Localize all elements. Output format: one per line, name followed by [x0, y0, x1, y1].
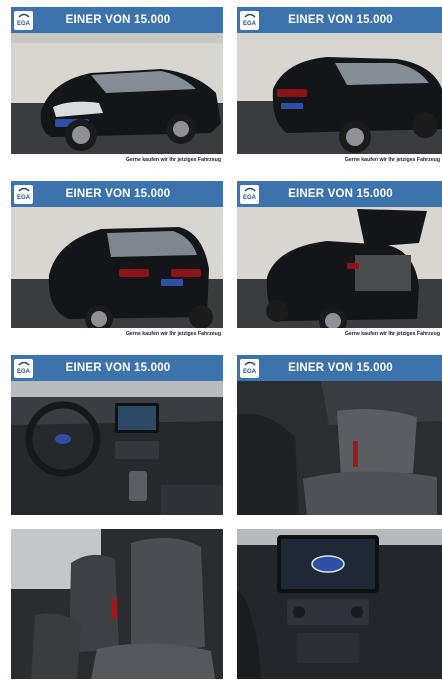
- banner-title: EINER VON 15.000: [65, 188, 171, 200]
- car-photo: [11, 381, 223, 515]
- promo-banner: EGA EINER VON 15.000: [11, 355, 223, 381]
- banner-title: EINER VON 15.000: [288, 362, 393, 374]
- gallery-image-5[interactable]: EGA EINER VON 15.000: [11, 355, 223, 515]
- car-photo: [11, 207, 223, 341]
- banner-title: EINER VON 15.000: [288, 188, 393, 200]
- banner-title: EINER VON 15.000: [65, 362, 171, 374]
- promo-banner: EGA EINER VON 15.000: [11, 181, 223, 207]
- footer-caption: Gerne kaufen wir Ihr jetziges Fahrzeug: [11, 154, 223, 167]
- promo-banner: EGA EINER VON 15.000: [237, 7, 442, 33]
- car-photo: [237, 33, 442, 167]
- promo-banner: EGA EINER VON 15.000: [237, 181, 442, 207]
- car-photo: [237, 381, 442, 515]
- banner-title: EINER VON 15.000: [65, 14, 171, 26]
- gallery-image-3[interactable]: EGA EINER VON 15.000 Gerne kaufen wir Ih…: [11, 181, 223, 341]
- car-photo: [237, 207, 442, 341]
- banner-title: EINER VON 15.000: [288, 14, 393, 26]
- gallery-image-8[interactable]: [237, 529, 442, 679]
- promo-banner: EGA EINER VON 15.000: [11, 7, 223, 33]
- gallery-image-4[interactable]: EGA EINER VON 15.000 Gerne kaufen wir Ih…: [237, 181, 442, 341]
- footer-caption: Gerne kaufen wir Ihr jetziges Fahrzeug: [237, 154, 442, 167]
- car-photo: [11, 33, 223, 167]
- car-photo: [11, 529, 223, 679]
- gallery-image-6[interactable]: EGA EINER VON 15.000: [237, 355, 442, 515]
- footer-caption: Gerne kaufen wir Ihr jetziges Fahrzeug: [237, 328, 442, 341]
- gallery-image-1[interactable]: EGA EINER VON 15.000 Gerne kaufen wir Ih…: [11, 7, 223, 167]
- gallery-image-7[interactable]: [11, 529, 223, 679]
- gallery-image-2[interactable]: EGA EINER VON 15.000 Gerne kaufen wir Ih…: [237, 7, 442, 167]
- footer-caption: Gerne kaufen wir Ihr jetziges Fahrzeug: [11, 328, 223, 341]
- promo-banner: EGA EINER VON 15.000: [237, 355, 442, 381]
- car-photo: [237, 529, 442, 679]
